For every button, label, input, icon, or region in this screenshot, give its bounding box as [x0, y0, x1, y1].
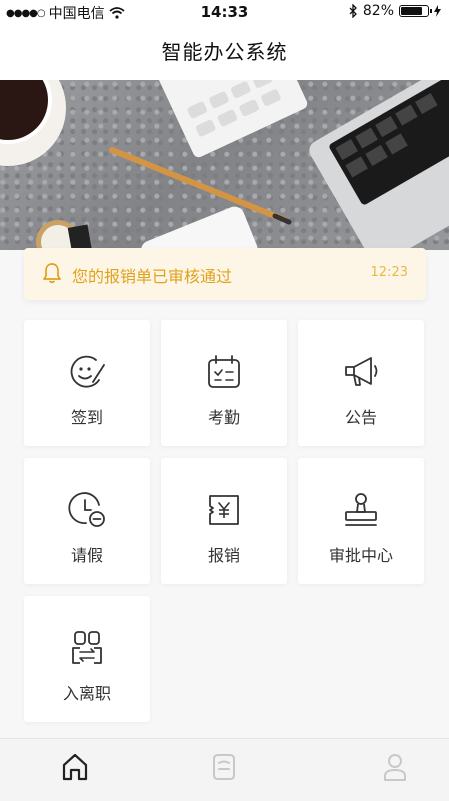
leave-label: 请假: [70, 546, 103, 565]
calendar-icon: [208, 355, 240, 388]
notification-banner[interactable]: 您的报销单已审核通过 12:23: [24, 248, 426, 300]
charging-icon: [434, 5, 441, 17]
battery-percent: 82%: [362, 3, 394, 19]
stamp-icon: [345, 493, 377, 526]
status-bar: ●●●●○ 中国电信 14:33 82%: [0, 0, 449, 24]
hero-illustration: [0, 80, 449, 250]
attendance-label: 考勤: [207, 408, 240, 427]
megaphone-icon: [345, 357, 378, 386]
bluetooth-icon: [349, 4, 357, 18]
sign-in-tile[interactable]: 签到: [24, 320, 150, 446]
notification-time: 12:23: [370, 265, 408, 280]
user-icon[interactable]: [380, 751, 410, 783]
page-title: 智能办公系统: [161, 40, 288, 64]
receipt-yuan-icon: [209, 495, 239, 525]
battery-icon: [399, 5, 432, 17]
announcement-tile[interactable]: 公告: [298, 320, 424, 446]
approval-center-label: 审批中心: [328, 546, 393, 565]
reimbursement-label: 报销: [207, 546, 240, 565]
leave-tile[interactable]: 请假: [24, 458, 150, 584]
sign-in-icon: [70, 355, 105, 388]
transfer-cards-icon: [72, 631, 102, 664]
battery-level: [401, 7, 422, 15]
clock-minus-icon: [68, 492, 105, 527]
attendance-tile[interactable]: 考勤: [161, 320, 287, 446]
onboarding-offboarding-label: 入离职: [62, 684, 111, 703]
announcement-label: 公告: [344, 408, 377, 427]
approval-center-tile[interactable]: 审批中心: [298, 458, 424, 584]
nav-bar: 智能办公系统: [0, 24, 449, 80]
hero-banner: [0, 80, 449, 250]
onboarding-offboarding-tile[interactable]: 入离职: [24, 596, 150, 722]
status-right: 82%: [349, 3, 441, 19]
bell-icon: [43, 263, 61, 284]
apps-icon[interactable]: [209, 751, 239, 783]
home-icon[interactable]: [60, 751, 90, 783]
sign-in-label: 签到: [70, 408, 103, 427]
tab-bar: [0, 738, 449, 801]
notification-message: 您的报销单已审核通过: [72, 267, 233, 286]
reimbursement-tile[interactable]: 报销: [161, 458, 287, 584]
